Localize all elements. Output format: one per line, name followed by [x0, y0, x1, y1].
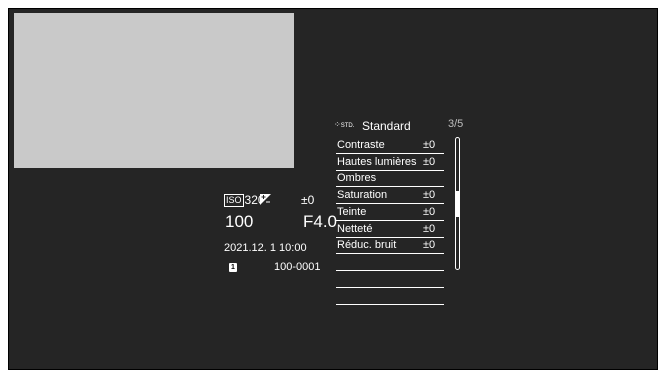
- menu-item-label: Réduc. bruit: [337, 239, 397, 251]
- iso-icon: ISO: [224, 194, 244, 208]
- menu-item-value: ±0: [423, 156, 436, 168]
- menu-item-contrast[interactable]: Contraste ±0: [336, 137, 444, 154]
- menu-item-value: ±0: [423, 206, 436, 218]
- exposure-compensation-icon: [260, 194, 271, 205]
- menu-item-empty[interactable]: [336, 288, 444, 305]
- card-slot-icon: 1: [229, 263, 237, 272]
- photo-style-icon: ⁘STD.: [334, 120, 355, 129]
- menu-scrollbar[interactable]: [455, 137, 460, 270]
- file-number: 100-0001: [274, 261, 321, 273]
- menu-item-value: ±0: [423, 139, 436, 151]
- page-indicator: 3/5: [448, 118, 464, 130]
- menu-item-label: Hautes lumières: [337, 156, 417, 168]
- menu-item-value: ±0: [423, 223, 436, 235]
- image-thumbnail: [14, 13, 294, 168]
- menu-item-saturation[interactable]: Saturation ±0: [336, 187, 444, 204]
- menu-item-label: Contraste: [337, 139, 385, 151]
- menu-item-label: Netteté: [337, 223, 373, 235]
- menu-item-noise-reduction[interactable]: Réduc. bruit ±0: [336, 237, 444, 254]
- menu-item-label: Teinte: [337, 206, 367, 218]
- menu-item-empty[interactable]: [336, 271, 444, 288]
- menu-item-shadows[interactable]: Ombres: [336, 170, 444, 187]
- shutter-speed: 100: [225, 212, 254, 231]
- menu-item-value: ±0: [423, 189, 436, 201]
- menu-item-label: Saturation: [337, 189, 388, 201]
- menu-title: Standard: [362, 119, 411, 133]
- menu-item-sharpness[interactable]: Netteté ±0: [336, 221, 444, 238]
- menu-item-empty[interactable]: [336, 254, 444, 271]
- menu-item-hue[interactable]: Teinte ±0: [336, 204, 444, 221]
- scrollbar-thumb[interactable]: [456, 191, 459, 217]
- aperture: F4.0: [303, 212, 338, 231]
- capture-datetime: 2021.12. 1 10:00: [224, 242, 307, 254]
- menu-item-highlights[interactable]: Hautes lumières ±0: [336, 154, 444, 171]
- menu-item-label: Ombres: [337, 172, 377, 184]
- exposure-compensation-value: ±0: [301, 193, 315, 207]
- menu-item-value: ±0: [423, 239, 436, 251]
